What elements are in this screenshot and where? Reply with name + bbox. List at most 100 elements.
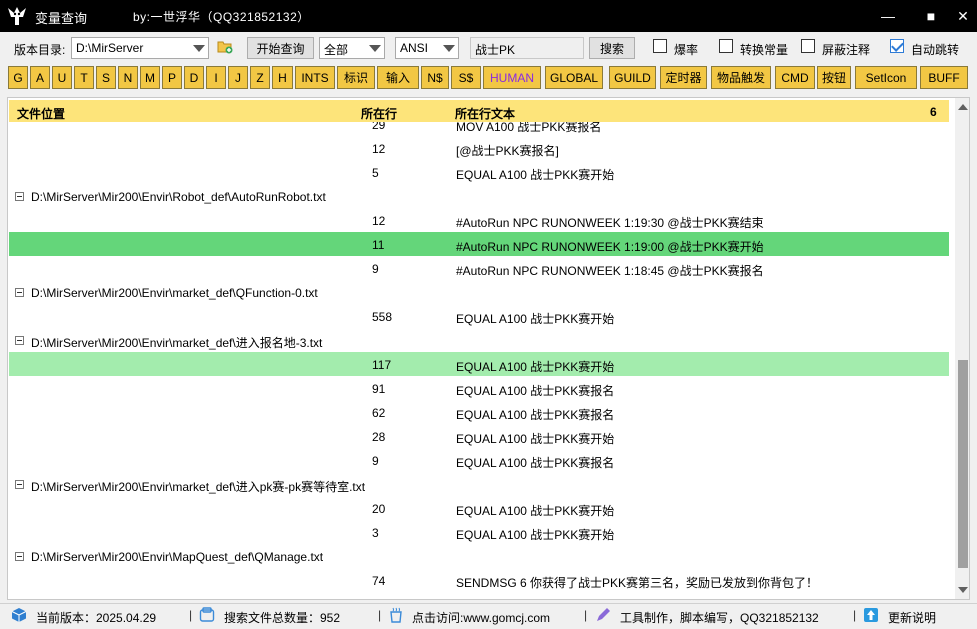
filter-button-z[interactable]: Z <box>250 66 270 89</box>
filter-button-s[interactable]: S <box>96 66 116 89</box>
line-number: 62 <box>372 406 386 420</box>
filter-button-m[interactable]: M <box>140 66 160 89</box>
scroll-down-icon[interactable] <box>958 587 968 593</box>
filter-button--22[interactable]: 物品触发 <box>711 66 771 89</box>
file-group-row[interactable]: D:\MirServer\Mir200\Envir\Robot_def\Auto… <box>9 184 949 208</box>
maximize-button[interactable]: ■ <box>915 0 947 32</box>
vertical-scrollbar[interactable] <box>955 98 969 599</box>
collapse-toggle-icon[interactable] <box>15 192 24 201</box>
checkbox-convert-constants[interactable] <box>719 39 733 53</box>
close-button[interactable]: ✕ <box>947 0 977 32</box>
column-file-location: 文件位置 <box>17 107 66 121</box>
result-row[interactable]: 12 [@战士PKK赛报名] <box>9 136 949 160</box>
result-row[interactable]: 74 SENDMSG 6 你获得了战士PKK赛第三名，奖励已发放到你背包了！ <box>9 568 949 592</box>
line-number: 117 <box>372 358 392 372</box>
result-row[interactable]: 11 #AutoRun NPC RUNONWEEK 1:19:00 @战士PKK赛… <box>9 232 949 256</box>
filter-button-h[interactable]: H <box>272 66 293 89</box>
line-number: 12 <box>372 142 386 156</box>
add-folder-icon[interactable] <box>217 40 233 54</box>
column-line-text: 所在行文本 <box>455 107 516 121</box>
filter-button-ints[interactable]: INTS <box>295 66 335 89</box>
line-text: EQUAL A100 战士PKK赛报名 <box>456 408 615 422</box>
filter-button-g[interactable]: G <box>8 66 28 89</box>
line-text: EQUAL A100 战士PKK赛开始 <box>456 312 615 326</box>
collapse-toggle-icon[interactable] <box>15 288 24 297</box>
filter-button-t[interactable]: T <box>74 66 94 89</box>
filter-button-cmd[interactable]: CMD <box>775 66 815 89</box>
filter-button-n-16[interactable]: N$ <box>421 66 449 89</box>
title-bar: 变量查询 by:一世浮华（QQ321852132） — ■ ✕ <box>0 0 977 32</box>
filter-button-s-17[interactable]: S$ <box>451 66 481 89</box>
file-group-row[interactable]: D:\MirServer\Mir200\Envir\market_def\进入报… <box>9 328 949 352</box>
checkbox-hide-comments[interactable] <box>801 39 815 53</box>
collapse-toggle-icon[interactable] <box>15 552 24 561</box>
filter-button-buff[interactable]: BUFF <box>920 66 968 89</box>
file-path: D:\MirServer\Mir200\Envir\Robot_def\Auto… <box>31 190 326 204</box>
collapse-toggle-icon[interactable] <box>15 480 24 489</box>
result-row[interactable]: 9 #AutoRun NPC RUNONWEEK 1:18:45 @战士PKK赛报… <box>9 256 949 280</box>
line-text: #AutoRun NPC RUNONWEEK 1:19:30 @战士PKK赛结束 <box>456 216 764 230</box>
version-dir-select[interactable]: D:\MirServer <box>71 37 209 59</box>
file-group-row[interactable]: D:\MirServer\Mir200\Envir\market_def\QFu… <box>9 280 949 304</box>
filter-button--15[interactable]: 输入 <box>377 66 419 89</box>
filter-buttons-row: G A U T S N M P D I J Z H INTS 标识 输入 N$ S$ HUMAN GLOBAL GUIL… <box>0 66 977 90</box>
filter-button-i[interactable]: I <box>206 66 226 89</box>
checkbox-convert-constants-label: 转换常量 <box>740 43 789 57</box>
file-group-row[interactable]: D:\MirServer\Mir200\Envir\MapQuest_def\Q… <box>9 544 949 568</box>
status-update-notes[interactable]: 更新说明 <box>888 609 936 626</box>
result-count: 6 <box>930 105 937 119</box>
line-number: 3 <box>372 526 379 540</box>
line-text: EQUAL A100 战士PKK赛开始 <box>456 168 615 182</box>
result-row[interactable]: 12 #AutoRun NPC RUNONWEEK 1:19:30 @战士PKK赛… <box>9 208 949 232</box>
result-row[interactable]: 20 EQUAL A100 战士PKK赛开始 <box>9 496 949 520</box>
author-byline: by:一世浮华（QQ321852132） <box>133 10 310 24</box>
results-list[interactable]: 29 MOV A100 战士PKK赛报名 12 [@战士PKK赛报名] 5 EQUAL A… <box>9 122 949 599</box>
collapse-toggle-icon[interactable] <box>15 336 24 345</box>
result-row[interactable]: 5 EQUAL A100 战士PKK赛开始 <box>9 160 949 184</box>
result-row[interactable]: 28 EQUAL A100 战士PKK赛开始 <box>9 424 949 448</box>
result-row[interactable]: 29 MOV A100 战士PKK赛报名 <box>9 122 949 136</box>
search-input[interactable]: 战士PK <box>470 37 584 59</box>
filter-button-n[interactable]: N <box>118 66 138 89</box>
version-dir-value: D:\MirServer <box>76 41 144 55</box>
filter-button-guild[interactable]: GUILD <box>609 66 656 89</box>
checkbox-drop-rate-label: 爆率 <box>674 43 699 57</box>
checkbox-drop-rate[interactable] <box>653 39 667 53</box>
line-number: 9 <box>372 454 379 468</box>
filter-button-a[interactable]: A <box>30 66 50 89</box>
result-row[interactable]: 3 EQUAL A100 战士PKK赛开始 <box>9 520 949 544</box>
line-number: 12 <box>372 214 386 228</box>
filter-button--21[interactable]: 定时器 <box>660 66 707 89</box>
result-row[interactable]: 62 EQUAL A100 战士PKK赛报名 <box>9 400 949 424</box>
scrollbar-thumb[interactable] <box>958 360 968 568</box>
filter-button-j[interactable]: J <box>228 66 248 89</box>
scroll-up-icon[interactable] <box>958 104 968 110</box>
filter-button-seticon[interactable]: SetIcon <box>855 66 917 89</box>
filter-button-global[interactable]: GLOBAL <box>545 66 603 89</box>
scope-select[interactable]: 全部 <box>319 37 385 59</box>
chevron-down-icon <box>193 45 205 52</box>
update-notes-icon[interactable] <box>863 607 879 623</box>
status-visit-link[interactable]: 点击访问:www.gomcj.com <box>412 609 550 626</box>
file-group-row[interactable]: D:\MirServer\Mir200\Envir\market_def\进入p… <box>9 472 949 496</box>
visit-site-icon <box>390 607 402 623</box>
filter-button--24[interactable]: 按钮 <box>817 66 851 89</box>
filter-button-u[interactable]: U <box>52 66 72 89</box>
line-text: SENDMSG 6 你获得了战士PKK赛第三名，奖励已发放到你背包了！ <box>456 576 819 590</box>
result-row[interactable]: 558 EQUAL A100 战士PKK赛开始 <box>9 304 949 328</box>
line-text: #AutoRun NPC RUNONWEEK 1:19:00 @战士PKK赛开始 <box>456 240 764 254</box>
minimize-button[interactable]: — <box>872 0 904 32</box>
checkbox-auto-jump[interactable] <box>890 39 904 53</box>
result-row[interactable]: 91 EQUAL A100 战士PKK赛报名 <box>9 376 949 400</box>
encoding-select[interactable]: ANSI <box>395 37 459 59</box>
line-text: EQUAL A100 战士PKK赛报名 <box>456 456 615 470</box>
start-query-button[interactable]: 开始查询 <box>247 37 314 59</box>
result-row[interactable]: 9 EQUAL A100 战士PKK赛报名 <box>9 448 949 472</box>
result-row[interactable]: 117 EQUAL A100 战士PKK赛开始 <box>9 352 949 376</box>
filter-button-d[interactable]: D <box>184 66 204 89</box>
checkbox-auto-jump-label: 自动跳转 <box>911 43 960 57</box>
filter-button-p[interactable]: P <box>162 66 182 89</box>
filter-button-human[interactable]: HUMAN <box>483 66 541 89</box>
filter-button--14[interactable]: 标识 <box>337 66 375 89</box>
search-button[interactable]: 搜索 <box>589 37 635 59</box>
